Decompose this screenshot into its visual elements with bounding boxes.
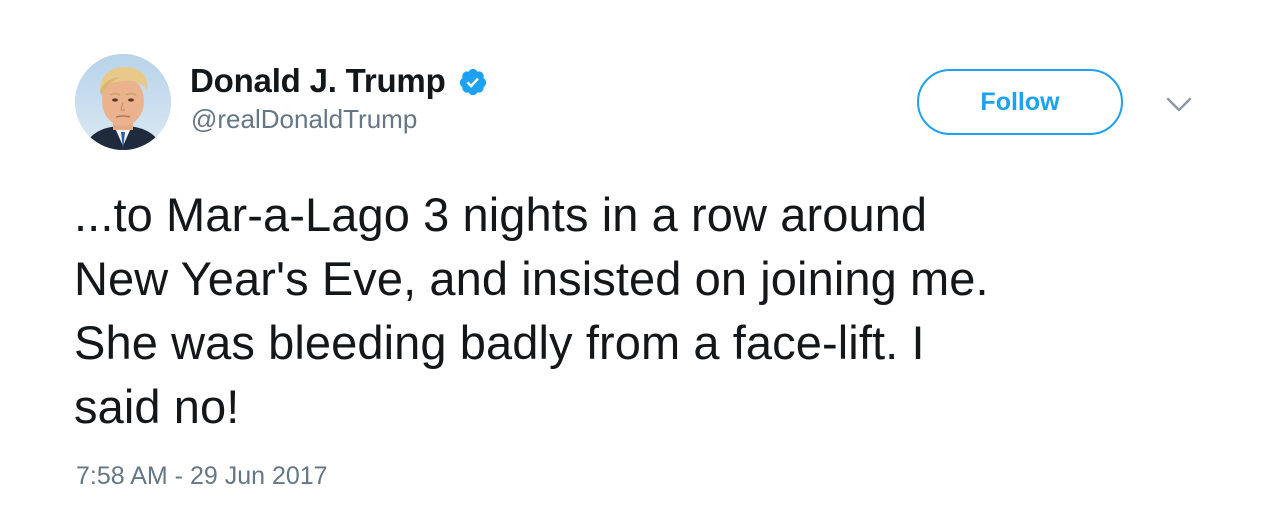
tweet-text-line: She was bleeding badly from a face-lift.… [74, 316, 925, 369]
user-name-row: Donald J. Trump [190, 58, 488, 104]
tweet-text-line: New Year's Eve, and insisted on joining … [74, 252, 989, 305]
tweet-text: ...to Mar-a-Lago 3 nights in a row aroun… [74, 183, 1194, 439]
tweet-text-line: ...to Mar-a-Lago 3 nights in a row aroun… [74, 188, 928, 241]
avatar-image [75, 54, 171, 150]
verified-badge-icon [458, 67, 488, 97]
avatar[interactable] [75, 54, 171, 150]
tweet-timestamp[interactable]: 7:58 AM - 29 Jun 2017 [76, 462, 328, 491]
follow-button[interactable]: Follow [917, 69, 1123, 135]
tweet-card: Donald J. Trump @realDonaldTrump Follow … [0, 0, 1272, 523]
chevron-down-icon[interactable] [1166, 96, 1192, 114]
tweet-text-line: said no! [74, 380, 240, 433]
display-name[interactable]: Donald J. Trump [190, 62, 446, 100]
screen-name[interactable]: @realDonaldTrump [191, 104, 417, 135]
